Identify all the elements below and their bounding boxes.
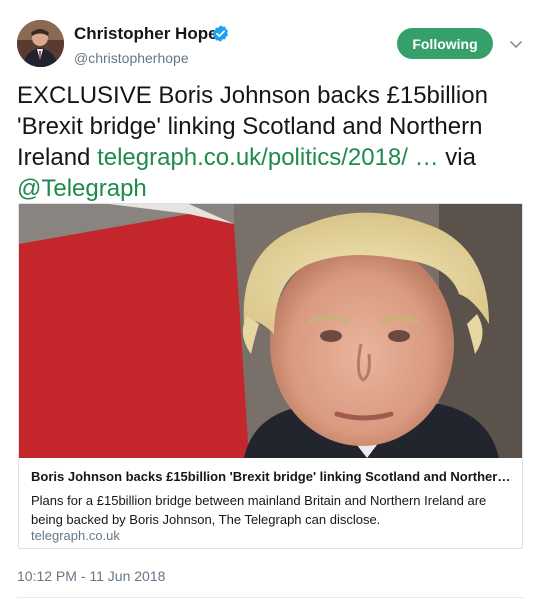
following-button[interactable]: Following (397, 28, 493, 59)
link-preview-card[interactable]: Boris Johnson backs £15billion 'Brexit b… (18, 203, 523, 549)
divider (17, 597, 525, 598)
telegraph-mention[interactable]: @Telegraph (17, 175, 147, 202)
tweet: Christopher Hope @christopherhope Follow… (0, 0, 543, 600)
card-description: Plans for a £15billion bridge between ma… (31, 493, 487, 527)
tweet-text: EXCLUSIVE Boris Johnson backs £15billion… (17, 80, 532, 204)
via-text: via (445, 144, 476, 171)
card-domain: telegraph.co.uk (31, 528, 120, 543)
profile-photo (17, 20, 64, 67)
news-photo (19, 204, 522, 458)
article-link[interactable]: telegraph.co.uk/politics/2018/ … (97, 144, 439, 171)
tweet-timestamp[interactable]: 10:12 PM - 11 Jun 2018 (17, 568, 165, 584)
card-title[interactable]: Boris Johnson backs £15billion 'Brexit b… (31, 469, 516, 484)
author-display-name[interactable]: Christopher Hope (74, 24, 218, 44)
card-image[interactable] (19, 204, 522, 458)
chevron-down-icon[interactable] (507, 35, 525, 53)
author-handle[interactable]: @christopherhope (74, 50, 189, 66)
avatar[interactable] (17, 20, 64, 67)
verified-badge-icon (213, 25, 228, 42)
